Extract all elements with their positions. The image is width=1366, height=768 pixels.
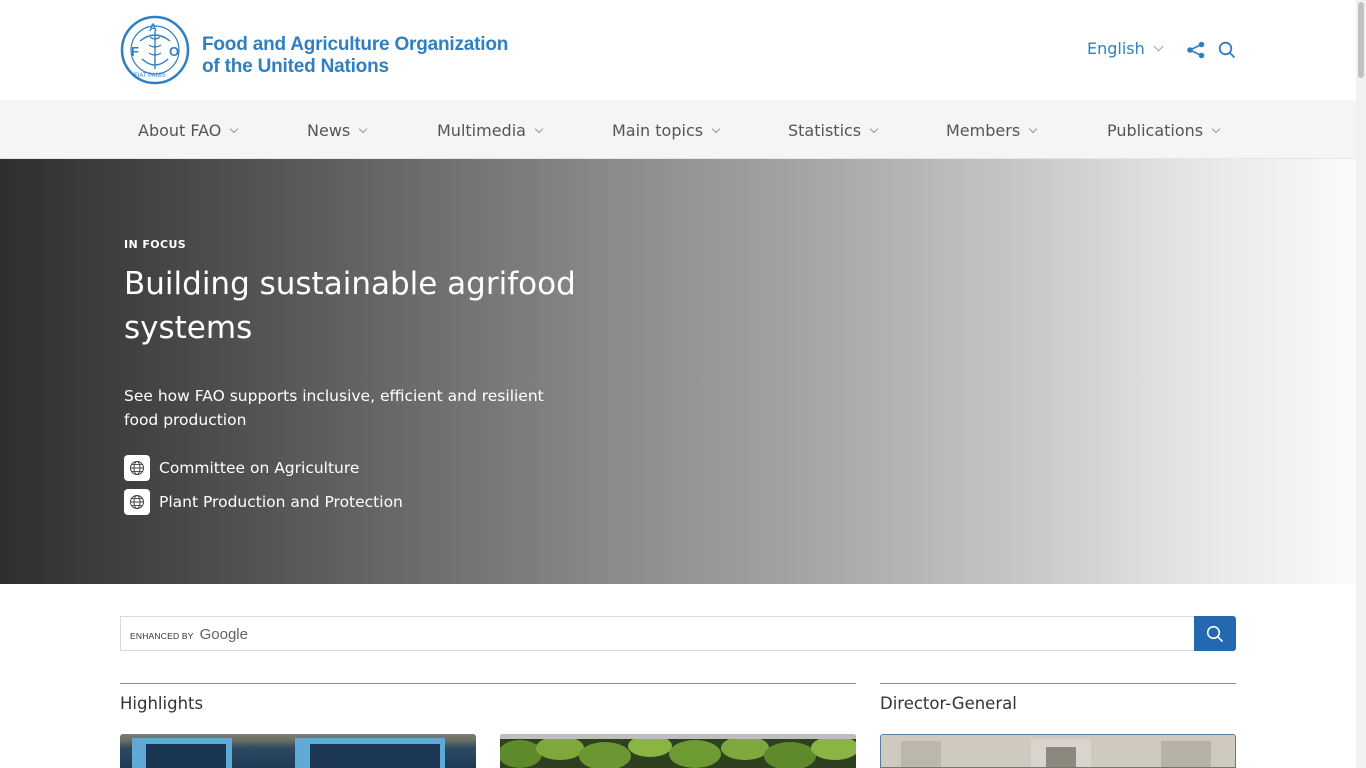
chevron-down-icon xyxy=(358,124,368,134)
nav-item-label: News xyxy=(307,121,351,140)
hero-link-label: Plant Production and Protection xyxy=(159,493,403,511)
globe-icon xyxy=(124,489,150,515)
main-navigation: About FAO News Multimedia Main topics St… xyxy=(0,100,1356,159)
nav-item-publications[interactable]: Publications xyxy=(1107,121,1221,140)
nav-item-multimedia[interactable]: Multimedia xyxy=(437,121,544,140)
nav-item-about-fao[interactable]: About FAO xyxy=(138,121,239,140)
nav-item-label: Statistics xyxy=(788,121,862,140)
search-button[interactable] xyxy=(1194,616,1236,651)
highlights-divider xyxy=(120,683,856,684)
language-selector[interactable]: English xyxy=(1087,39,1164,58)
fao-logo[interactable]: F A O FIAT PANIS xyxy=(120,15,190,85)
hero-description: See how FAO supports inclusive, efficien… xyxy=(124,387,544,429)
chevron-down-icon xyxy=(1028,124,1038,134)
highlight-card-image[interactable] xyxy=(500,734,856,768)
enhanced-by-label: ENHANCED BY xyxy=(130,630,194,641)
google-label: Google xyxy=(199,626,248,643)
search-icon xyxy=(1206,625,1224,642)
nav-item-label: Publications xyxy=(1107,121,1204,140)
chevron-down-icon xyxy=(869,124,879,134)
language-label: English xyxy=(1087,39,1145,58)
nav-item-members[interactable]: Members xyxy=(946,121,1038,140)
site-header: F A O FIAT PANIS Food and Agriculture Or… xyxy=(0,0,1356,100)
director-general-card-image[interactable] xyxy=(880,734,1236,768)
page-scrollbar[interactable] xyxy=(1356,0,1366,768)
scrollbar-thumb[interactable] xyxy=(1358,2,1364,78)
nav-item-label: Main topics xyxy=(612,121,704,140)
section-title-director-general: Director-General xyxy=(880,694,1017,713)
director-general-divider xyxy=(880,683,1236,684)
enhanced-by-google-watermark: ENHANCED BY Google xyxy=(130,626,248,643)
chevron-down-icon xyxy=(711,124,721,134)
nav-item-label: Multimedia xyxy=(437,121,526,140)
hero-link-committee-on-agriculture[interactable]: Committee on Agriculture xyxy=(124,455,359,481)
nav-item-label: Members xyxy=(946,121,1021,140)
hero-link-plant-production[interactable]: Plant Production and Protection xyxy=(124,489,403,515)
org-name-line1: Food and Agriculture Organization xyxy=(202,34,509,55)
nav-item-news[interactable]: News xyxy=(307,121,368,140)
globe-icon xyxy=(124,455,150,481)
search-icon[interactable] xyxy=(1218,41,1236,59)
chevron-down-icon xyxy=(534,124,544,134)
logo-motto: FIAT PANIS xyxy=(134,73,166,79)
logo-letter-o: O xyxy=(169,44,179,59)
organization-name[interactable]: Food and Agriculture Organization of the… xyxy=(202,34,508,78)
org-name-line2: of the United Nations xyxy=(202,56,389,77)
section-title-highlights: Highlights xyxy=(120,694,204,713)
highlight-card-image[interactable] xyxy=(120,734,476,768)
chevron-down-icon xyxy=(230,124,239,134)
nav-item-label: About FAO xyxy=(138,121,222,140)
chevron-down-icon xyxy=(1153,41,1164,52)
share-icon[interactable] xyxy=(1186,41,1206,59)
nav-item-main-topics[interactable]: Main topics xyxy=(612,121,721,140)
logo-letter-f: F xyxy=(131,44,139,59)
hero-eyebrow: IN FOCUS xyxy=(124,238,187,251)
hero-link-label: Committee on Agriculture xyxy=(159,459,360,477)
hero-banner: IN FOCUS Building sustainable agrifood s… xyxy=(0,159,1356,584)
site-search-input[interactable]: ENHANCED BY Google xyxy=(120,616,1195,651)
chevron-down-icon xyxy=(1211,124,1221,134)
nav-item-statistics[interactable]: Statistics xyxy=(788,121,879,140)
hero-title[interactable]: Building sustainable agrifood systems xyxy=(124,262,584,350)
logo-letter-a: A xyxy=(149,22,157,34)
